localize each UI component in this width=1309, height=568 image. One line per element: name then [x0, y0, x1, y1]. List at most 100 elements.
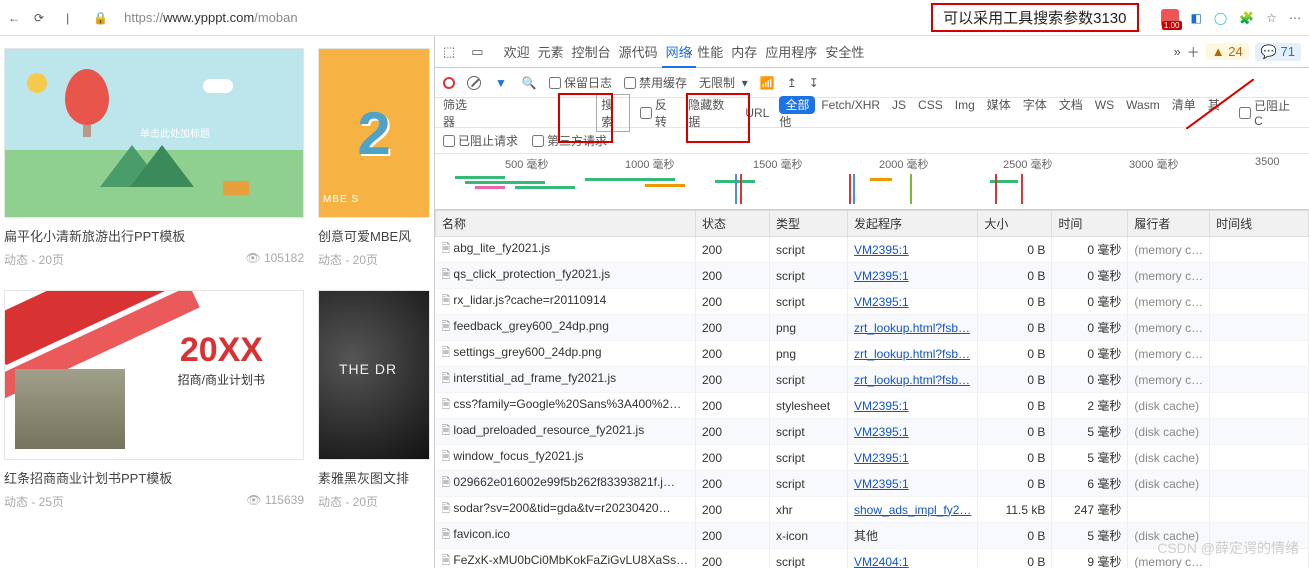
browser-toolbar: ← ⟳ | 🔒 https://www.ypppt.com/moban 可以采用…: [0, 0, 1309, 36]
timeline-tick: 2000 毫秒: [879, 156, 929, 172]
network-block-row: 已阻止请求 第三方请求: [435, 128, 1309, 154]
timeline-tick: 3500: [1255, 156, 1279, 168]
filter-pill[interactable]: 清单: [1166, 96, 1202, 114]
template-thumbnail: 2 MBE S: [318, 48, 430, 218]
table-row[interactable]: 029662e016002e99f5b262f83393821f.j…200sc…: [436, 471, 1309, 497]
table-row[interactable]: sodar?sv=200&tid=gda&tv=r20230420…200xhr…: [436, 497, 1309, 523]
back-icon[interactable]: ←: [8, 11, 20, 25]
device-icon[interactable]: ▭: [471, 44, 483, 60]
filter-pill[interactable]: 媒体: [981, 96, 1017, 114]
extension-icon[interactable]: ◧: [1191, 11, 1202, 25]
view-count: 105182: [245, 251, 304, 268]
lock-icon: 🔒: [93, 11, 108, 25]
filter-pill[interactable]: JS: [886, 96, 912, 114]
table-header[interactable]: 时间线: [1210, 211, 1309, 237]
table-header[interactable]: 大小: [978, 211, 1052, 237]
devtools-tab[interactable]: 源代码: [615, 39, 662, 66]
table-row[interactable]: css?family=Google%20Sans%3A400%2…200styl…: [436, 393, 1309, 419]
template-title: 扁平化小清新旅游出行PPT模板: [4, 218, 304, 245]
extensions-menu-icon[interactable]: 🧩: [1239, 11, 1254, 25]
table-header[interactable]: 类型: [770, 211, 848, 237]
timeline-tick: 1000 毫秒: [625, 156, 675, 172]
blocked-requests-checkbox[interactable]: 已阻止请求: [443, 132, 518, 149]
network-table[interactable]: 名称状态类型发起程序大小时间履行者时间线 abg_lite_fy2021.js2…: [435, 210, 1309, 568]
filter-pill[interactable]: Img: [949, 96, 981, 114]
devtools-tab[interactable]: 安全性: [821, 39, 868, 66]
template-card[interactable]: 20XX 招商/商业计划书 红条招商商业计划书PPT模板 动态 - 25页 11…: [4, 290, 304, 510]
devtools-tab[interactable]: 欢迎: [500, 39, 534, 66]
watermark: CSDN @薛定谔的情绪: [1157, 538, 1299, 558]
table-header[interactable]: 发起程序: [848, 211, 978, 237]
template-thumbnail: 20XX 招商/商业计划书: [4, 290, 304, 460]
devtools-tab[interactable]: 内存: [727, 39, 761, 66]
filter-pill[interactable]: 文档: [1053, 96, 1089, 114]
table-row[interactable]: load_preloaded_resource_fy2021.js200scri…: [436, 419, 1309, 445]
nav-sep: |: [66, 11, 69, 25]
filter-pill[interactable]: Wasm: [1120, 96, 1166, 114]
page-content: 单击此处加标题 扁平化小清新旅游出行PPT模板 动态 - 20页 105182 …: [0, 36, 434, 568]
table-row[interactable]: window_focus_fy2021.js200scriptVM2395:10…: [436, 445, 1309, 471]
network-toolbar: ▼ 🔍 保留日志 禁用缓存 无限制 ▾ 📶 ↥ ↧: [435, 68, 1309, 98]
filter-pill[interactable]: 全部: [779, 96, 815, 114]
refresh-icon[interactable]: ⟳: [34, 11, 44, 25]
template-card[interactable]: 2 MBE S 创意可爱MBE风 动态 - 20页: [318, 48, 430, 268]
hide-data-label: 隐藏数据: [688, 96, 735, 130]
third-party-checkbox[interactable]: 第三方请求: [532, 132, 607, 149]
filter-pill[interactable]: CSS: [912, 96, 949, 114]
timeline-tick: 2500 毫秒: [1003, 156, 1053, 172]
network-filter-bar: 筛选器 搜索 反转 隐藏数据 URL 全部Fetch/XHRJSCSSImg媒体…: [435, 98, 1309, 128]
new-tab-icon[interactable]: ＋: [1187, 42, 1200, 61]
table-header[interactable]: 时间: [1052, 211, 1128, 237]
record-icon[interactable]: [443, 77, 455, 89]
disable-cache-checkbox[interactable]: 禁用缓存: [624, 74, 687, 91]
search-icon[interactable]: 🔍: [521, 76, 537, 90]
table-row[interactable]: settings_grey600_24dp.png200pngzrt_looku…: [436, 341, 1309, 367]
table-header[interactable]: 履行者: [1128, 211, 1210, 237]
template-card[interactable]: 单击此处加标题 扁平化小清新旅游出行PPT模板 动态 - 20页 105182: [4, 48, 304, 268]
preserve-log-checkbox[interactable]: 保留日志: [549, 74, 612, 91]
table-row[interactable]: qs_click_protection_fy2021.js200scriptVM…: [436, 263, 1309, 289]
table-row[interactable]: interstitial_ad_frame_fy2021.js200script…: [436, 367, 1309, 393]
wifi-icon[interactable]: 📶: [760, 76, 775, 90]
devtools-tab[interactable]: 性能: [693, 39, 727, 66]
filter-icon[interactable]: ▼: [493, 76, 509, 90]
devtools-tab[interactable]: 应用程序: [761, 39, 821, 66]
template-thumbnail: 单击此处加标题: [4, 48, 304, 218]
table-row[interactable]: rx_lidar.js?cache=r20110914200scriptVM23…: [436, 289, 1309, 315]
throttle-select[interactable]: 无限制 ▾: [699, 74, 748, 91]
extension-icon[interactable]: 1.00: [1161, 9, 1179, 27]
download-icon[interactable]: ↧: [809, 76, 819, 90]
blocked-cookies-checkbox[interactable]: 已阻止 C: [1239, 97, 1301, 128]
address-bar[interactable]: https://www.ypppt.com/moban: [124, 10, 297, 25]
table-header[interactable]: 名称: [436, 211, 696, 237]
table-row[interactable]: abg_lite_fy2021.js200scriptVM2395:10 B0 …: [436, 237, 1309, 263]
more-tabs-icon[interactable]: »: [1174, 44, 1181, 59]
clear-icon[interactable]: [467, 76, 481, 90]
favorite-icon[interactable]: ☆: [1266, 11, 1277, 25]
upload-icon[interactable]: ↥: [787, 76, 797, 90]
template-thumbnail: THE DR: [318, 290, 430, 460]
messages-badge[interactable]: 💬 71: [1255, 43, 1301, 61]
invert-checkbox[interactable]: 反转: [640, 96, 678, 130]
table-header[interactable]: 状态: [696, 211, 770, 237]
devtools-tabs-bar: ⬚ ▭ 欢迎元素控制台源代码网络×性能内存应用程序安全性 » ＋ ▲ 24 💬 …: [435, 36, 1309, 68]
table-row[interactable]: feedback_grey600_24dp.png200pngzrt_looku…: [436, 315, 1309, 341]
devtools-tab[interactable]: 元素: [534, 39, 568, 66]
search-button[interactable]: 搜索: [596, 94, 630, 132]
timeline-tick: 1500 毫秒: [753, 156, 803, 172]
page-count: 动态 - 25页: [4, 493, 64, 510]
template-title: 红条招商商业计划书PPT模板: [4, 460, 304, 487]
filter-pill[interactable]: 字体: [1017, 96, 1053, 114]
template-title: 创意可爱MBE风: [318, 218, 430, 245]
filter-label: 筛选器: [443, 96, 478, 130]
inspect-icon[interactable]: ⬚: [443, 44, 455, 60]
extension-icon[interactable]: ◯: [1214, 11, 1227, 25]
network-timeline[interactable]: 500 毫秒1000 毫秒1500 毫秒2000 毫秒2500 毫秒3000 毫…: [435, 154, 1309, 210]
warnings-badge[interactable]: ▲ 24: [1206, 43, 1249, 60]
page-count: 动态 - 20页: [4, 251, 64, 268]
template-card[interactable]: THE DR 素雅黑灰图文排 动态 - 20页: [318, 290, 430, 510]
devtools-tab[interactable]: 控制台: [568, 39, 615, 66]
more-icon[interactable]: ⋯: [1289, 11, 1301, 25]
filter-pill[interactable]: WS: [1089, 96, 1120, 114]
filter-pill[interactable]: Fetch/XHR: [815, 96, 886, 114]
